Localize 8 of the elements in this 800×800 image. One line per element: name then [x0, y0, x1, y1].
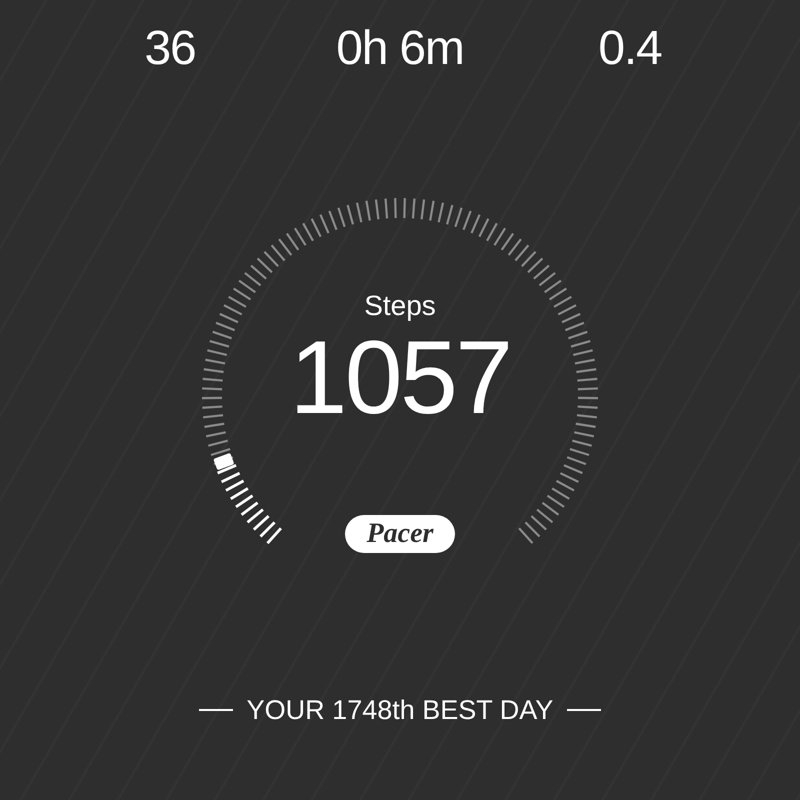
steps-count: 1057: [290, 323, 510, 433]
stat-value: 36: [144, 22, 196, 76]
stat-value: 0h 6m: [335, 22, 465, 76]
pacer-badge: Pacer: [344, 515, 456, 553]
steps-label: Steps: [364, 289, 436, 323]
stat-value: 0.4: [597, 22, 663, 76]
progress-marker: [213, 452, 234, 470]
best-day-text: YOUR 1748th BEST DAY: [246, 694, 554, 726]
